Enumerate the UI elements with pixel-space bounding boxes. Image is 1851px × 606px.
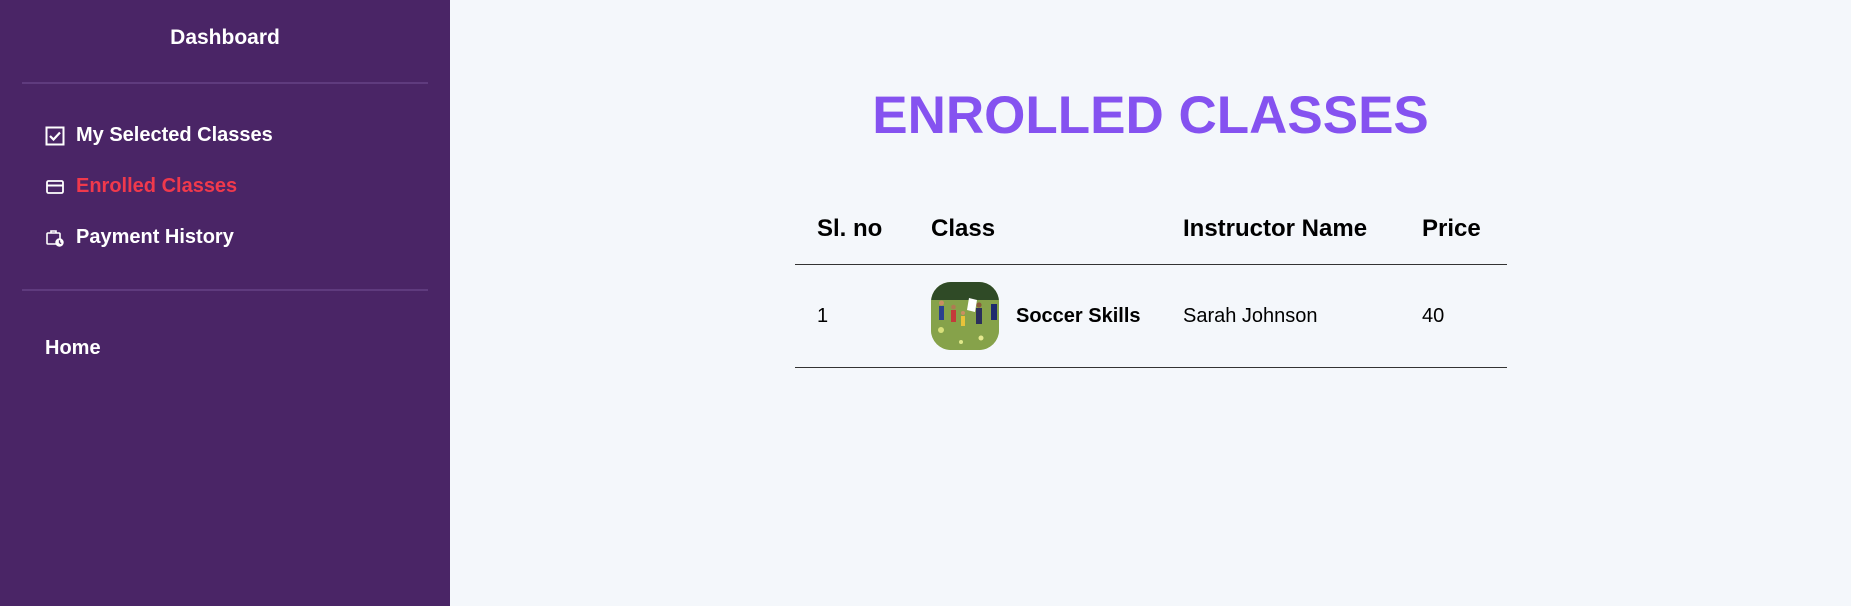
sidebar-item-label: Enrolled Classes (76, 175, 238, 197)
sidebar-item-my-selected-classes[interactable]: My Selected Classes (45, 120, 450, 151)
app-root: Dashboard My Selected Classes Enrolled C… (0, 0, 1851, 606)
wallet-clock-icon (45, 228, 65, 248)
sidebar-nav: My Selected Classes Enrolled Classes Pay… (0, 84, 450, 289)
cell-class: Soccer Skills (909, 264, 1161, 368)
column-header-price: Price (1400, 194, 1507, 265)
class-name: Soccer Skills (1016, 304, 1141, 327)
sidebar-title: Dashboard (170, 26, 280, 49)
home-link[interactable]: Home (45, 337, 450, 360)
column-header-sl-no: Sl. no (795, 194, 909, 265)
table-header-row: Sl. no Class Instructor Name Price (795, 194, 1507, 265)
sidebar: Dashboard My Selected Classes Enrolled C… (0, 0, 450, 606)
cell-instructor: Sarah Johnson (1161, 264, 1400, 368)
sidebar-item-enrolled-classes[interactable]: Enrolled Classes (45, 171, 450, 202)
enrolled-classes-table: Sl. no Class Instructor Name Price 1 Soc… (795, 194, 1507, 368)
table-row: 1 Soccer Skills Sarah Johnson 40 (795, 264, 1507, 368)
card-icon (45, 177, 65, 197)
cell-sl-no: 1 (795, 264, 909, 368)
cell-price: 40 (1400, 264, 1507, 368)
column-header-class: Class (909, 194, 1161, 265)
sidebar-divider (22, 289, 428, 291)
sidebar-item-label: My Selected Classes (76, 124, 273, 146)
main-content: ENROLLED CLASSES Sl. no Class Instructor… (450, 0, 1851, 606)
sidebar-item-payment-history[interactable]: Payment History (45, 222, 450, 253)
column-header-instructor: Instructor Name (1161, 194, 1400, 265)
sidebar-item-label: Payment History (76, 226, 234, 248)
checkbox-icon (45, 126, 65, 146)
page-title: ENROLLED CLASSES (872, 86, 1429, 145)
soccer-field-image (931, 282, 999, 350)
